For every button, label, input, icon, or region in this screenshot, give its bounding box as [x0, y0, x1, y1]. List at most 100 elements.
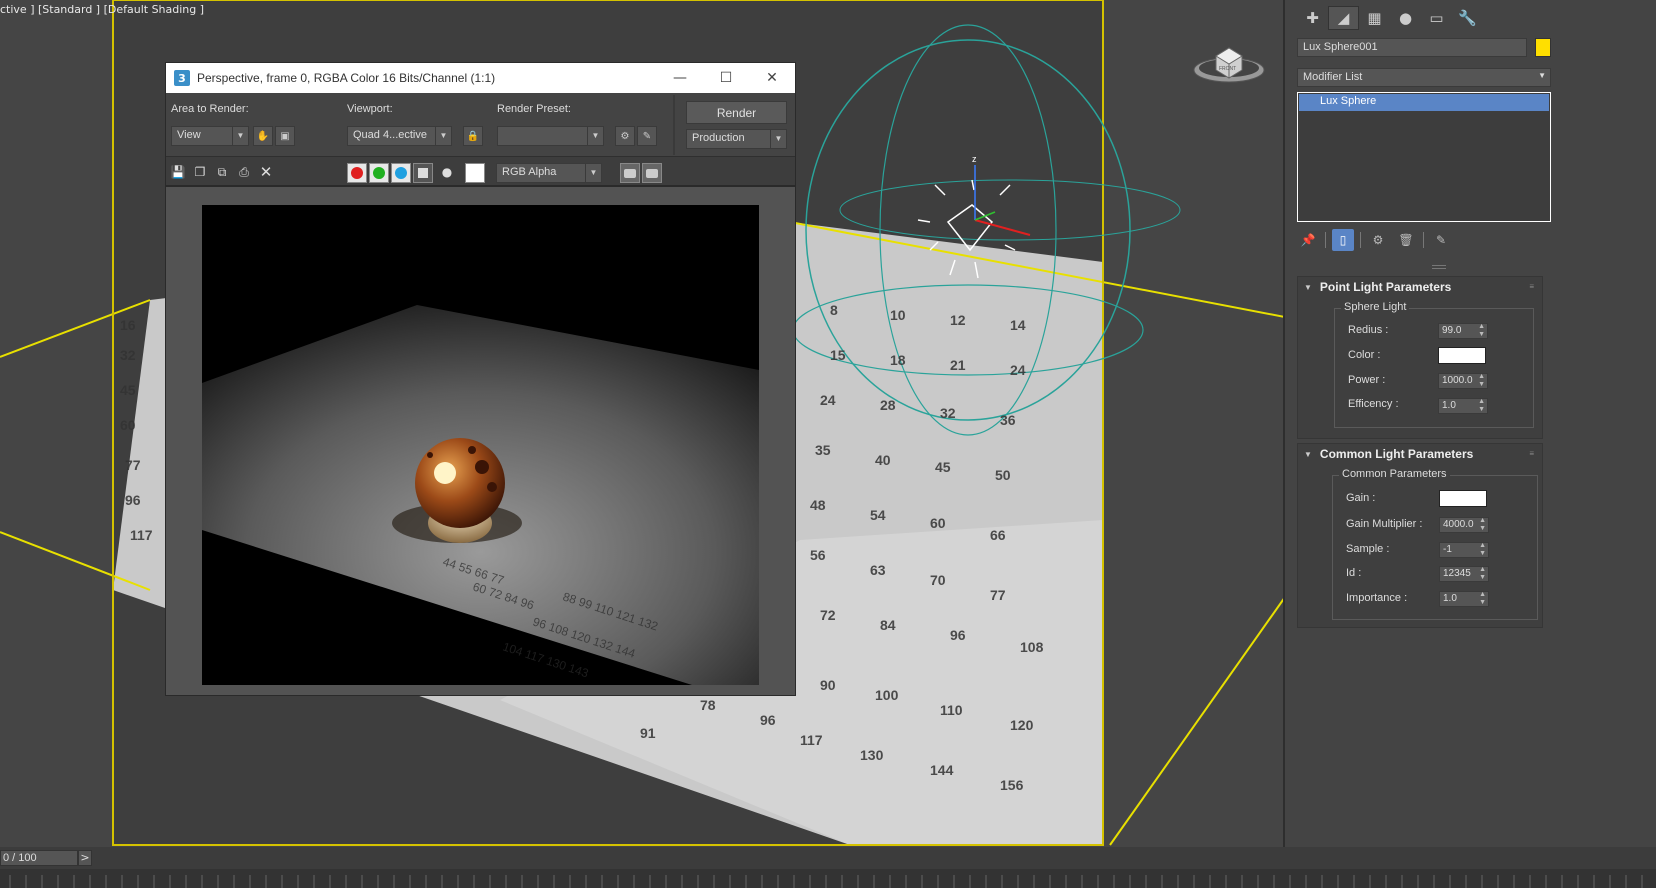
- edit-region-icon[interactable]: ✋: [253, 126, 273, 146]
- area-to-render-label: Area to Render:: [171, 103, 249, 115]
- auto-region-icon[interactable]: ▣: [275, 126, 295, 146]
- viewport-dropdown[interactable]: Quad 4...ective ▼: [347, 126, 452, 146]
- channel-display-dropdown[interactable]: RGB Alpha ▼: [496, 163, 602, 183]
- track-bar[interactable]: [0, 869, 1656, 888]
- svg-text:96: 96: [125, 492, 141, 508]
- display-icon[interactable]: ▭: [1421, 6, 1452, 30]
- svg-text:130: 130: [860, 747, 884, 763]
- svg-text:66: 66: [990, 527, 1006, 543]
- spinner-arrows-icon[interactable]: ▲ ▼: [1479, 542, 1486, 558]
- modify-icon[interactable]: ◢: [1328, 6, 1359, 30]
- importance-label: Importance :: [1346, 592, 1408, 604]
- svg-text:90: 90: [820, 677, 836, 693]
- utilities-icon[interactable]: 🔧: [1452, 6, 1483, 30]
- point-light-rollout-header[interactable]: ▼ Point Light Parameters ≡: [1298, 277, 1542, 297]
- gain-color-swatch[interactable]: [1439, 490, 1487, 507]
- render-preset-dropdown[interactable]: ▼: [497, 126, 604, 146]
- production-value: Production: [692, 132, 745, 144]
- sample-label: Sample :: [1346, 543, 1390, 555]
- modifier-stack[interactable]: Lux Sphere: [1297, 92, 1551, 222]
- spinner-arrows-icon[interactable]: ▲ ▼: [1478, 323, 1485, 339]
- rendered-image: 104 117 130 143 96 108 120 132 144 88 99…: [202, 205, 759, 685]
- svg-text:14: 14: [1010, 317, 1026, 333]
- motion-icon[interactable]: ●: [1390, 6, 1421, 30]
- close-button[interactable]: ✕: [749, 63, 795, 93]
- render-setup-icon[interactable]: ⚙: [615, 126, 635, 146]
- minimize-button[interactable]: —: [657, 63, 703, 93]
- hierarchy-icon[interactable]: ▦: [1359, 6, 1390, 30]
- svg-text:110: 110: [940, 702, 963, 718]
- command-panel-tabs: ✚ ◢ ▦ ● ▭ 🔧: [1297, 6, 1483, 30]
- spinner-arrows-icon[interactable]: ▲ ▼: [1479, 591, 1486, 607]
- show-end-result-icon[interactable]: ▯: [1332, 229, 1354, 251]
- stack-item-lux-sphere[interactable]: Lux Sphere: [1299, 94, 1549, 111]
- panel-grip[interactable]: [1432, 265, 1446, 269]
- make-unique-icon[interactable]: ⚙: [1367, 229, 1389, 251]
- id-spinner[interactable]: 12345 ▲ ▼: [1439, 566, 1489, 582]
- render-window-titlebar[interactable]: 3 Perspective, frame 0, RGBA Color 16 Bi…: [166, 63, 795, 93]
- lock-icon[interactable]: 🔒: [463, 126, 483, 146]
- svg-text:120: 120: [1010, 717, 1034, 733]
- stack-toolbar: 📌 ▯ ⚙ 🗑 ✎: [1297, 229, 1458, 251]
- spinner-arrows-icon[interactable]: ▲ ▼: [1479, 517, 1486, 533]
- radius-spinner[interactable]: 99.0 ▲ ▼: [1438, 323, 1488, 339]
- maximize-button[interactable]: ☐: [703, 63, 749, 93]
- info-panel-icon[interactable]: [642, 163, 662, 183]
- green-channel-icon[interactable]: [369, 163, 389, 183]
- spinner-arrows-icon[interactable]: ▲ ▼: [1479, 566, 1486, 582]
- render-controls: Area to Render: View ▼ ✋ ▣ Viewport: Quad…: [166, 93, 795, 157]
- efficency-spinner[interactable]: 1.0 ▲ ▼: [1438, 398, 1488, 414]
- next-frame-button[interactable]: >: [78, 850, 92, 866]
- alpha-channel-icon[interactable]: [413, 163, 433, 183]
- spinner-arrows-icon[interactable]: ▲ ▼: [1478, 373, 1485, 389]
- light-color-swatch[interactable]: [1438, 347, 1486, 364]
- create-icon[interactable]: ✚: [1297, 6, 1328, 30]
- display-toggle-icon[interactable]: [620, 163, 640, 183]
- viewcube-icon[interactable]: FRONT: [1192, 40, 1266, 90]
- importance-value: 1.0: [1443, 593, 1457, 604]
- gain-multiplier-spinner[interactable]: 4000.0 ▲ ▼: [1439, 517, 1489, 533]
- copy-icon[interactable]: ❐: [192, 164, 208, 180]
- divider: [1360, 232, 1361, 248]
- render-frame-window[interactable]: 3 Perspective, frame 0, RGBA Color 16 Bi…: [165, 62, 796, 696]
- remove-modifier-icon[interactable]: 🗑: [1395, 229, 1417, 251]
- render-button[interactable]: Render: [686, 101, 787, 124]
- print-icon[interactable]: ⎙: [236, 164, 252, 180]
- blue-channel-icon[interactable]: [391, 163, 411, 183]
- area-to-render-dropdown[interactable]: View ▼: [171, 126, 249, 146]
- object-name-field[interactable]: Lux Sphere001: [1297, 38, 1527, 57]
- object-color-swatch[interactable]: [1535, 38, 1551, 57]
- gain-label: Gain :: [1346, 492, 1376, 504]
- group-title: Sphere Light: [1341, 301, 1410, 313]
- time-slider[interactable]: 0 / 100: [0, 850, 78, 866]
- viewport-label[interactable]: ctive ] [Standard ] [Default Shading ]: [0, 3, 204, 16]
- production-dropdown[interactable]: Production ▼: [686, 129, 787, 149]
- clear-icon[interactable]: ✕: [258, 163, 274, 181]
- power-spinner[interactable]: 1000.0 ▲ ▼: [1438, 373, 1488, 389]
- common-light-rollout-header[interactable]: ▼ Common Light Parameters ≡: [1298, 444, 1542, 464]
- svg-text:91: 91: [640, 725, 656, 741]
- modifier-list-dropdown[interactable]: Modifier List ▼: [1297, 68, 1551, 87]
- sample-spinner[interactable]: -1 ▲ ▼: [1439, 542, 1489, 558]
- gain-multiplier-value: 4000.0: [1443, 519, 1474, 530]
- pin-stack-icon[interactable]: 📌: [1297, 229, 1319, 251]
- red-channel-icon[interactable]: [347, 163, 367, 183]
- configure-modifier-sets-icon[interactable]: ✎: [1430, 229, 1452, 251]
- sphere-light-group: Sphere Light Redius : 99.0 ▲ ▼ Color : Pow…: [1334, 301, 1534, 428]
- point-light-rollout: ▼ Point Light Parameters ≡ Sphere Light …: [1297, 276, 1543, 439]
- monochrome-icon[interactable]: ●: [439, 164, 455, 180]
- chevron-down-icon: ▼: [770, 130, 786, 148]
- svg-text:56: 56: [810, 547, 826, 563]
- svg-text:72: 72: [820, 607, 836, 623]
- importance-spinner[interactable]: 1.0 ▲ ▼: [1439, 591, 1489, 607]
- save-icon[interactable]: 💾: [170, 164, 186, 180]
- command-panel: ✚ ◢ ▦ ● ▭ 🔧 Lux Sphere001 Modifier List …: [1283, 0, 1656, 847]
- svg-text:117: 117: [130, 527, 153, 543]
- clone-icon[interactable]: ⧉: [214, 164, 230, 180]
- environment-icon[interactable]: ✎: [637, 126, 657, 146]
- swatch-icon[interactable]: [465, 163, 485, 183]
- chevron-down-icon: ▼: [232, 127, 248, 145]
- spinner-arrows-icon[interactable]: ▲ ▼: [1478, 398, 1485, 414]
- svg-text:78: 78: [700, 697, 716, 713]
- svg-text:48: 48: [810, 497, 826, 513]
